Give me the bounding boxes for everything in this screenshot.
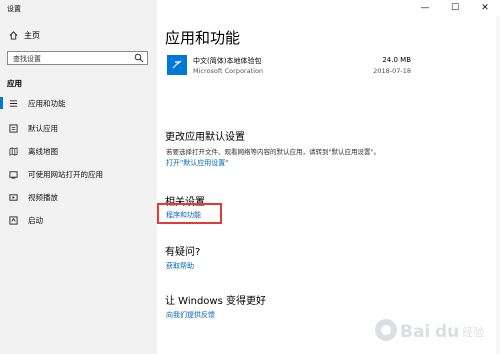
- get-help-link[interactable]: 获取帮助: [166, 261, 194, 271]
- help-heading: 有疑问?: [165, 247, 201, 258]
- minimize-button[interactable]: —: [410, 0, 440, 16]
- search-icon[interactable]: [134, 53, 144, 63]
- sidebar-item-video-playback[interactable]: 视频播放: [0, 187, 157, 207]
- home-nav-item[interactable]: 主页: [9, 30, 40, 41]
- maximize-button[interactable]: ☐: [440, 0, 470, 16]
- app-date: 2018-07-18: [373, 67, 411, 75]
- sidebar-item-label: 应用和功能: [28, 98, 66, 108]
- app-list-item[interactable]: 中文(简体)本地体验包 Microsoft Corporation 24.0 M…: [165, 53, 411, 79]
- programs-features-link[interactable]: 程序和功能: [166, 210, 201, 220]
- search-placeholder: 查找设置: [13, 55, 41, 63]
- startup-icon: [8, 215, 18, 225]
- sidebar-item-label: 视频播放: [28, 192, 58, 202]
- sidebar-item-label: 默认应用: [28, 123, 58, 133]
- sidebar: 设置 主页 查找设置 应用 应用和功能 默认应用 离线地图 可使用网站打开的应用…: [0, 0, 157, 354]
- open-default-apps-link[interactable]: 打开"默认应用设置": [166, 158, 228, 168]
- svg-text:du: du: [435, 322, 459, 342]
- baidu-jingyan-watermark: Bai du 经验: [375, 319, 484, 342]
- settings-window: 设置 主页 查找设置 应用 应用和功能 默认应用 离线地图 可使用网站打开的应用…: [0, 0, 500, 354]
- svg-text:Bai: Bai: [400, 322, 430, 342]
- feedback-heading: 让 Windows 变得更好: [165, 296, 266, 307]
- default-apps-icon: [8, 123, 18, 133]
- home-icon: [9, 31, 18, 40]
- web-apps-icon: [8, 169, 18, 179]
- home-label: 主页: [24, 31, 40, 40]
- app-publisher: Microsoft Corporation: [193, 67, 264, 75]
- give-feedback-link[interactable]: 向我们提供反馈: [166, 310, 215, 320]
- sidebar-item-label: 可使用网站打开的应用: [28, 169, 103, 179]
- sidebar-item-offline-maps[interactable]: 离线地图: [0, 141, 157, 161]
- video-icon: [8, 192, 18, 202]
- apps-list-icon: [8, 98, 18, 108]
- sidebar-item-apps-features[interactable]: 应用和功能: [0, 93, 157, 113]
- page-title: 应用和功能: [165, 29, 241, 47]
- app-name: 中文(简体)本地体验包: [193, 57, 262, 65]
- map-icon: [8, 146, 18, 156]
- sidebar-item-startup[interactable]: 启动: [0, 210, 157, 230]
- svg-text:经验: 经验: [462, 325, 484, 339]
- sidebar-section-label: 应用: [7, 79, 22, 88]
- default-settings-description: 若要选择打开文件、观看网络等内容的默认应用，请转到"默认应用设置"。: [166, 148, 380, 156]
- sidebar-item-default-apps[interactable]: 默认应用: [0, 118, 157, 138]
- close-button[interactable]: ✕: [470, 0, 500, 16]
- scrollbar[interactable]: [496, 16, 500, 354]
- language-pack-icon: [167, 55, 187, 75]
- window-title: 设置: [7, 5, 21, 13]
- sidebar-item-web-apps[interactable]: 可使用网站打开的应用: [0, 164, 157, 184]
- sidebar-item-label: 启动: [28, 215, 43, 225]
- default-settings-heading: 更改应用默认设置: [165, 132, 245, 143]
- search-input[interactable]: 查找设置: [7, 51, 148, 65]
- sidebar-item-label: 离线地图: [28, 146, 58, 156]
- app-size: 24.0 MB: [382, 56, 411, 64]
